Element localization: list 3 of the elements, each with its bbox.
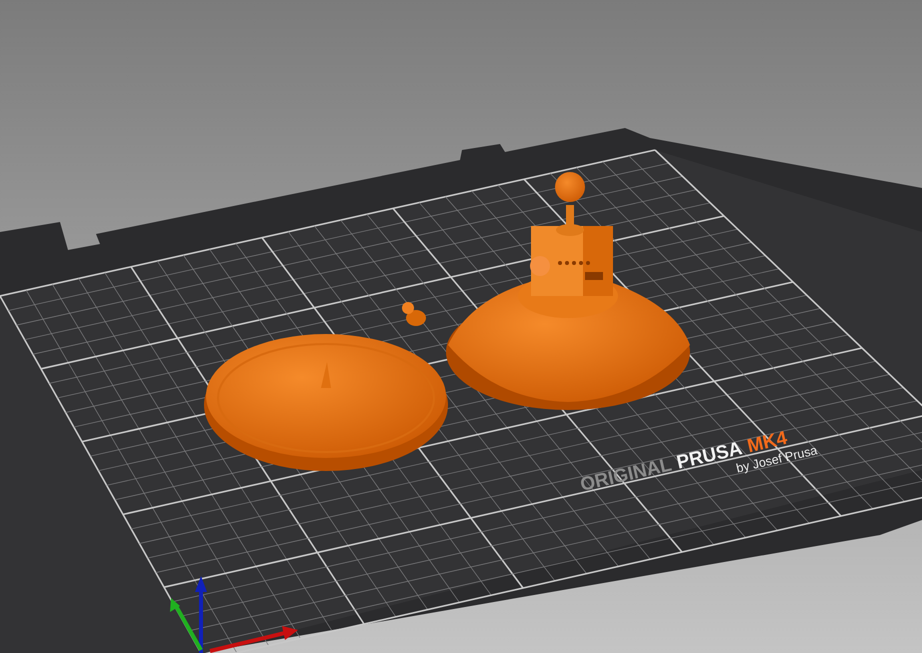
small-part-model — [402, 302, 426, 326]
logo-word: ORIGINAL — [578, 454, 674, 496]
axes-gizmo-icon — [170, 576, 298, 653]
